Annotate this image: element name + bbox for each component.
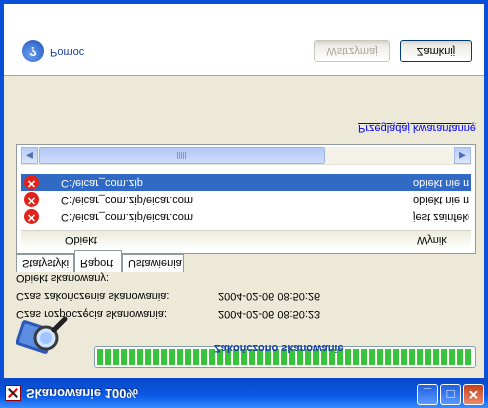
report-row[interactable]: ✕ C:\eicar_com.zip\eicar.com obiekt nie … bbox=[21, 191, 471, 208]
row-result: obiekt nie może bbox=[413, 194, 469, 206]
horizontal-scrollbar[interactable]: ◀ ▶ bbox=[21, 147, 471, 165]
title-bar[interactable]: Skanowanie 100% _ □ ✕ bbox=[0, 378, 488, 408]
tab-statistics-label: Statystyki bbox=[22, 257, 70, 269]
row-object: C:\eicar_com.zip bbox=[61, 177, 143, 189]
scanned-object-label: Obiekt skanowany: bbox=[16, 272, 109, 284]
footer-divider bbox=[4, 74, 484, 76]
report-row-selected[interactable]: ✕ C:\eicar_com.zip obiekt nie może bbox=[21, 174, 471, 191]
start-time-label: Czas rozpoczęcia skanowania: bbox=[16, 308, 168, 320]
error-icon: ✕ bbox=[24, 192, 39, 207]
tab-report-label: Raport bbox=[80, 257, 114, 269]
maximize-icon: □ bbox=[446, 387, 455, 402]
report-row[interactable]: ✕ C:\eicar_com.zip\eicar.com jest zainfe… bbox=[21, 208, 471, 225]
help-icon[interactable]: ? bbox=[22, 40, 44, 62]
scroll-left-arrow-icon[interactable]: ◀ bbox=[21, 147, 38, 164]
scan-window: Skanowanie 100% _ □ ✕ Zakończono skanowa… bbox=[0, 0, 488, 408]
end-time-label: Czas zakończenia skanowania: bbox=[16, 290, 170, 302]
help-link[interactable]: Pomoc bbox=[50, 46, 84, 58]
scroll-right-arrow-icon[interactable]: ▶ bbox=[454, 147, 471, 164]
scrollbar-thumb[interactable] bbox=[39, 147, 325, 164]
quarantine-link[interactable]: Przeglądaj kwarantannę bbox=[358, 122, 476, 134]
kaspersky-icon bbox=[5, 385, 21, 401]
tab-statistics[interactable]: Statystyki bbox=[16, 254, 74, 272]
close-button[interactable]: Zamknij bbox=[400, 40, 472, 62]
row-result: jest zainfekowany bbox=[413, 211, 469, 223]
error-icon: ✕ bbox=[24, 175, 39, 190]
stop-button[interactable]: Wstrzymaj bbox=[314, 40, 390, 62]
stop-button-label: Wstrzymaj bbox=[326, 45, 378, 57]
row-object: C:\eicar_com.zip\eicar.com bbox=[61, 194, 194, 206]
scan-magnifier-icon bbox=[16, 316, 68, 354]
footer-bar: ? Pomoc Wstrzymaj Zamknij bbox=[4, 4, 484, 74]
column-header-object[interactable]: Obiekt bbox=[65, 234, 97, 246]
end-time-value: 2004-02-06 08:50:26 bbox=[218, 290, 321, 302]
minimize-button[interactable]: _ bbox=[417, 384, 438, 405]
close-icon: ✕ bbox=[468, 387, 479, 402]
client-area: Zakończono skanowanie Czas rozpoczęcia s… bbox=[4, 4, 484, 378]
window-title: Skanowanie 100% bbox=[26, 386, 138, 401]
close-window-button[interactable]: ✕ bbox=[463, 384, 484, 405]
report-list-header: Obiekt Wynik bbox=[21, 230, 471, 249]
start-time-value: 2004-02-06 08:50:23 bbox=[218, 308, 321, 320]
scrollbar-grip-icon bbox=[177, 152, 187, 159]
row-result: obiekt nie może bbox=[413, 177, 469, 189]
minimize-icon: _ bbox=[423, 387, 432, 402]
row-object: C:\eicar_com.zip\eicar.com bbox=[61, 211, 194, 223]
column-header-result[interactable]: Wynik bbox=[417, 234, 447, 246]
error-icon: ✕ bbox=[24, 209, 39, 224]
close-button-label: Zamknij bbox=[416, 45, 456, 57]
tab-settings-label: Ustawienia bbox=[128, 257, 182, 269]
maximize-button[interactable]: □ bbox=[440, 384, 461, 405]
tab-report[interactable]: Raport bbox=[74, 250, 122, 272]
tab-settings[interactable]: Ustawienia bbox=[122, 254, 184, 272]
report-panel: ◀ ▶ Obiekt Wynik ✕ C:\eicar_com.zip\eica… bbox=[16, 144, 476, 254]
scan-status-label: Zakończono skanowanie bbox=[214, 342, 344, 354]
stage: Skanowanie 100% _ □ ✕ Zakończono skanowa… bbox=[0, 0, 488, 408]
